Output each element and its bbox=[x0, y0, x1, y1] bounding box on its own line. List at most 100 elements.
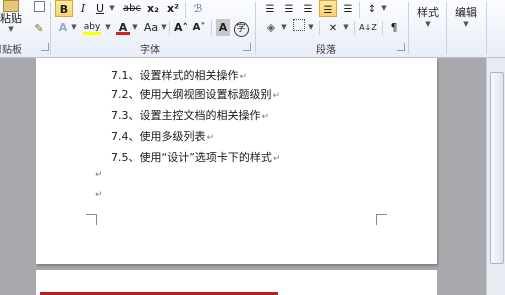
font-color-button[interactable]: A bbox=[115, 19, 131, 36]
shrink-font-button[interactable]: A˅ bbox=[191, 19, 207, 36]
editing-label: 编辑 bbox=[455, 6, 477, 19]
align-left-button[interactable]: ☰ bbox=[262, 0, 278, 17]
strikethrough-button[interactable]: abc bbox=[121, 0, 143, 17]
borders-dropdown[interactable]: ▼ bbox=[307, 19, 315, 36]
empty-paragraph-mark: ↵ bbox=[95, 170, 103, 180]
enclose-characters-button[interactable]: 字 bbox=[233, 19, 249, 37]
shading-dropdown[interactable]: ▼ bbox=[280, 19, 288, 36]
group-divider bbox=[255, 2, 256, 54]
line-spacing-dropdown[interactable]: ▼ bbox=[380, 0, 388, 17]
underline-dropdown[interactable]: ▼ bbox=[108, 0, 116, 17]
group-divider bbox=[408, 2, 409, 54]
line-spacing-icon: ↕ bbox=[367, 4, 377, 15]
text-effect-dropdown[interactable]: ▼ bbox=[70, 19, 78, 36]
text-effect-button[interactable]: A bbox=[55, 19, 71, 36]
highlight-icon: aby bbox=[83, 22, 101, 32]
chinese-layout-dropdown[interactable]: ▼ bbox=[342, 19, 350, 36]
justify-button[interactable]: ☰ bbox=[319, 0, 337, 17]
align-right-icon: ☰ bbox=[303, 4, 313, 15]
group-divider bbox=[446, 2, 447, 54]
empty-paragraph-mark: ↵ bbox=[95, 190, 103, 200]
align-center-icon: ☰ bbox=[284, 4, 294, 15]
paragraph-mark-icon: ¶ bbox=[390, 21, 398, 34]
document-line[interactable]: 7.4、使用多级列表↵ bbox=[111, 128, 214, 144]
shading-button[interactable]: ◈ bbox=[262, 19, 280, 36]
group-divider bbox=[359, 2, 360, 18]
superscript-button[interactable]: x² bbox=[165, 0, 181, 17]
clear-format-button[interactable]: ℬ bbox=[190, 0, 206, 17]
paint-bucket-icon: ◈ bbox=[266, 21, 276, 34]
document-line[interactable]: 7.3、设置主控文档的相关操作↵ bbox=[111, 107, 269, 123]
font-color-swatch bbox=[116, 32, 130, 35]
character-shading-button[interactable]: A bbox=[216, 19, 230, 36]
bottom-left-margin-mark bbox=[86, 214, 97, 225]
justify-icon: ☰ bbox=[323, 5, 333, 16]
bottom-right-margin-mark bbox=[376, 214, 387, 225]
paragraph-group-label: 段落 bbox=[316, 45, 336, 56]
chevron-down-icon: ▼ bbox=[425, 20, 431, 28]
copy-button[interactable] bbox=[31, 0, 47, 17]
line-text: 7.2、使用大纲视图设置标题级别 bbox=[111, 88, 272, 101]
chinese-layout-icon: ✕ bbox=[328, 23, 338, 34]
paste-label: 粘贴 bbox=[0, 12, 22, 25]
line-text: 7.1、设置样式的相关操作 bbox=[111, 69, 239, 82]
change-case-dropdown[interactable]: ▼ bbox=[160, 19, 168, 36]
font-color-dropdown[interactable]: ▼ bbox=[131, 19, 139, 36]
group-divider bbox=[486, 2, 487, 54]
line-text: 7.4、使用多级列表 bbox=[111, 130, 206, 143]
group-divider bbox=[211, 21, 212, 35]
paragraph-mark: ↵ bbox=[272, 154, 281, 164]
styles-label: 样式 bbox=[417, 6, 439, 19]
show-hide-marks-button[interactable]: ¶ bbox=[386, 19, 402, 36]
scrollbar-thumb[interactable] bbox=[490, 72, 504, 264]
line-spacing-button[interactable]: ↕ bbox=[364, 0, 380, 17]
highlight-dropdown[interactable]: ▼ bbox=[104, 19, 112, 36]
paste-button[interactable]: 粘贴 ▼ bbox=[0, 0, 22, 38]
document-line[interactable]: 7.5、使用“设计”选项卡下的样式↵ bbox=[111, 149, 280, 165]
sort-button[interactable]: A↓Z bbox=[358, 19, 378, 36]
font-group-label: 字体 bbox=[140, 45, 160, 56]
paste-icon bbox=[3, 0, 19, 12]
paragraph-mark: ↵ bbox=[239, 72, 248, 82]
group-divider bbox=[185, 2, 186, 18]
line-text: 7.3、设置主控文档的相关操作 bbox=[111, 109, 261, 122]
bold-button[interactable]: B bbox=[55, 0, 73, 17]
format-painter-button[interactable]: ✎ bbox=[31, 20, 47, 37]
enclose-characters-icon: 字 bbox=[233, 22, 249, 37]
align-right-button[interactable]: ☰ bbox=[300, 0, 316, 17]
document-line[interactable]: 7.2、使用大纲视图设置标题级别↵ bbox=[111, 86, 280, 102]
group-divider bbox=[50, 2, 51, 54]
vertical-scrollbar[interactable] bbox=[486, 58, 505, 295]
font-dialog-launcher[interactable] bbox=[243, 43, 251, 51]
group-divider bbox=[169, 21, 170, 35]
highlight-color-swatch bbox=[83, 32, 101, 35]
editing-button[interactable]: 编辑 ▼ bbox=[450, 4, 482, 28]
document-line[interactable]: 7.1、设置样式的相关操作↵ bbox=[111, 67, 247, 83]
change-case-button[interactable]: Aa bbox=[142, 19, 160, 36]
group-divider bbox=[354, 21, 355, 35]
distributed-icon: ☰ bbox=[343, 4, 353, 15]
chevron-down-icon: ▼ bbox=[463, 20, 469, 28]
paragraph-mark: ↵ bbox=[206, 133, 215, 143]
grow-font-button[interactable]: A˄ bbox=[173, 19, 189, 36]
chevron-down-icon: ▼ bbox=[8, 25, 14, 33]
underline-button[interactable]: U bbox=[93, 0, 107, 17]
chinese-layout-button[interactable]: ✕ bbox=[324, 19, 342, 36]
clipboard-group-label: 剪贴板 bbox=[0, 45, 22, 56]
line-text: 7.5、使用“设计”选项卡下的样式 bbox=[111, 151, 272, 164]
group-divider bbox=[382, 21, 383, 35]
italic-button[interactable]: I bbox=[76, 0, 90, 17]
styles-button[interactable]: 样式 ▼ bbox=[412, 4, 444, 28]
group-divider bbox=[319, 21, 320, 35]
borders-button[interactable] bbox=[291, 19, 307, 36]
highlight-button[interactable]: aby bbox=[81, 19, 103, 36]
paragraph-dialog-launcher[interactable] bbox=[397, 43, 405, 51]
distributed-button[interactable]: ☰ bbox=[340, 0, 356, 17]
align-center-button[interactable]: ☰ bbox=[281, 0, 297, 17]
paragraph-mark: ↵ bbox=[261, 112, 270, 122]
format-painter-icon: ✎ bbox=[34, 22, 44, 35]
clipboard-dialog-launcher[interactable] bbox=[41, 43, 49, 51]
ribbon: 粘贴 ▼ ✎ 剪贴板 B I U ▼ abc x₂ x² ℬ A ▼ aby ▼… bbox=[0, 0, 505, 58]
subscript-button[interactable]: x₂ bbox=[145, 0, 161, 17]
align-left-icon: ☰ bbox=[265, 4, 275, 15]
